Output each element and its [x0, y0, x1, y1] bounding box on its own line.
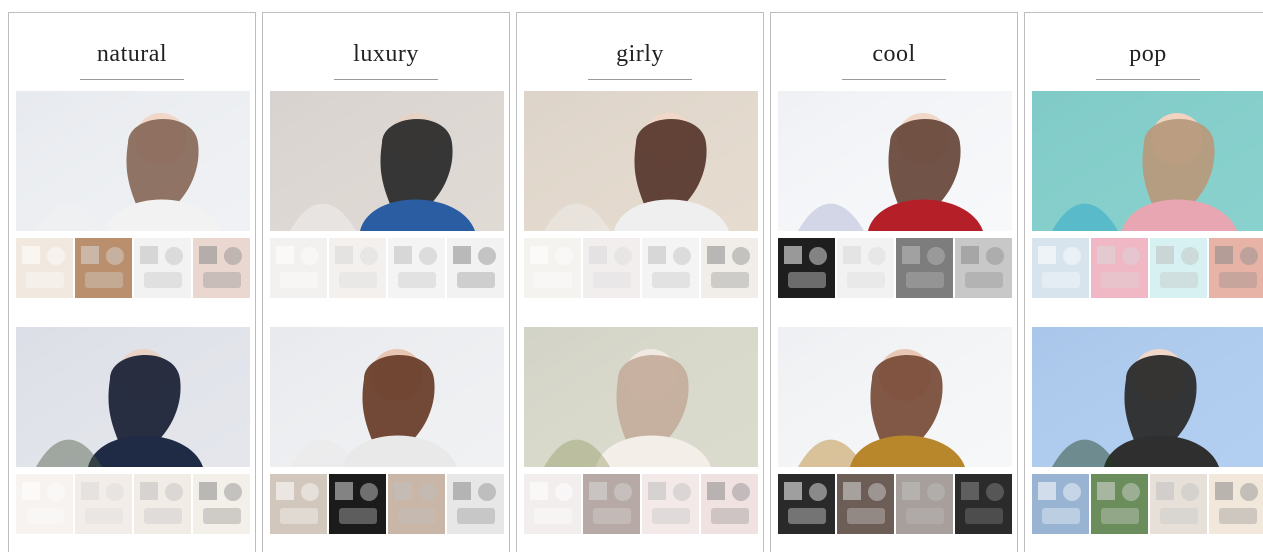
hero-photo[interactable] [16, 327, 250, 467]
style-column-luxury: luxury [262, 12, 510, 552]
thumbnail[interactable] [1032, 238, 1089, 298]
thumbnail[interactable] [955, 238, 1012, 298]
hero-photo[interactable] [16, 91, 250, 231]
hero-photo[interactable] [1032, 327, 1263, 467]
thumbnail-strip [778, 474, 1012, 534]
style-column-cool: cool [770, 12, 1018, 552]
thumbnail[interactable] [447, 238, 504, 298]
thumbnail[interactable] [1209, 474, 1263, 534]
thumbnail[interactable] [193, 238, 250, 298]
thumbnail[interactable] [193, 474, 250, 534]
title-underline [334, 79, 438, 80]
thumbnail[interactable] [837, 474, 894, 534]
style-board: natural luxury girly cool pop [0, 0, 1263, 552]
thumbnail[interactable] [388, 474, 445, 534]
thumbnail[interactable] [701, 474, 758, 534]
column-title: luxury [353, 41, 419, 67]
hero-photo[interactable] [270, 91, 504, 231]
thumbnail[interactable] [447, 474, 504, 534]
thumbnail[interactable] [1091, 238, 1148, 298]
thumbnail[interactable] [778, 238, 835, 298]
title-underline [588, 79, 692, 80]
style-column-pop: pop [1024, 12, 1263, 552]
thumbnail-strip [1032, 238, 1263, 298]
thumbnail[interactable] [1150, 238, 1207, 298]
hero-photo[interactable] [270, 327, 504, 467]
thumbnail[interactable] [955, 474, 1012, 534]
thumbnail[interactable] [642, 474, 699, 534]
thumbnail-strip [270, 238, 504, 298]
thumbnail[interactable] [778, 474, 835, 534]
thumbnail-strip [1032, 474, 1263, 534]
thumbnail[interactable] [329, 238, 386, 298]
thumbnail[interactable] [75, 238, 132, 298]
hero-photo[interactable] [524, 327, 758, 467]
style-column-natural: natural [8, 12, 256, 552]
thumbnail[interactable] [1032, 474, 1089, 534]
thumbnail[interactable] [583, 474, 640, 534]
thumbnail[interactable] [837, 238, 894, 298]
hero-photo[interactable] [778, 91, 1012, 231]
thumbnail[interactable] [1150, 474, 1207, 534]
thumbnail[interactable] [75, 474, 132, 534]
thumbnail-strip [270, 474, 504, 534]
thumbnail-strip [16, 238, 250, 298]
column-title: natural [96, 41, 168, 67]
thumbnail[interactable] [270, 238, 327, 298]
hero-photo[interactable] [1032, 91, 1263, 231]
thumbnail[interactable] [329, 474, 386, 534]
title-underline [80, 79, 184, 80]
thumbnail[interactable] [134, 474, 191, 534]
thumbnail[interactable] [270, 474, 327, 534]
thumbnail[interactable] [896, 474, 953, 534]
thumbnail[interactable] [134, 238, 191, 298]
thumbnail[interactable] [524, 474, 581, 534]
hero-photo[interactable] [524, 91, 758, 231]
thumbnail[interactable] [16, 474, 73, 534]
column-title: girly [616, 41, 664, 67]
thumbnail[interactable] [896, 238, 953, 298]
thumbnail[interactable] [583, 238, 640, 298]
thumbnail[interactable] [642, 238, 699, 298]
thumbnail-strip [524, 238, 758, 298]
style-column-girly: girly [516, 12, 764, 552]
column-title: pop [1129, 41, 1167, 67]
column-title: cool [872, 41, 916, 67]
thumbnail[interactable] [16, 238, 73, 298]
hero-photo[interactable] [778, 327, 1012, 467]
thumbnail[interactable] [1091, 474, 1148, 534]
thumbnail[interactable] [524, 238, 581, 298]
title-underline [842, 79, 946, 80]
thumbnail-strip [524, 474, 758, 534]
title-underline [1096, 79, 1200, 80]
thumbnail[interactable] [1209, 238, 1263, 298]
thumbnail[interactable] [701, 238, 758, 298]
thumbnail-strip [778, 238, 1012, 298]
thumbnail[interactable] [388, 238, 445, 298]
thumbnail-strip [16, 474, 250, 534]
